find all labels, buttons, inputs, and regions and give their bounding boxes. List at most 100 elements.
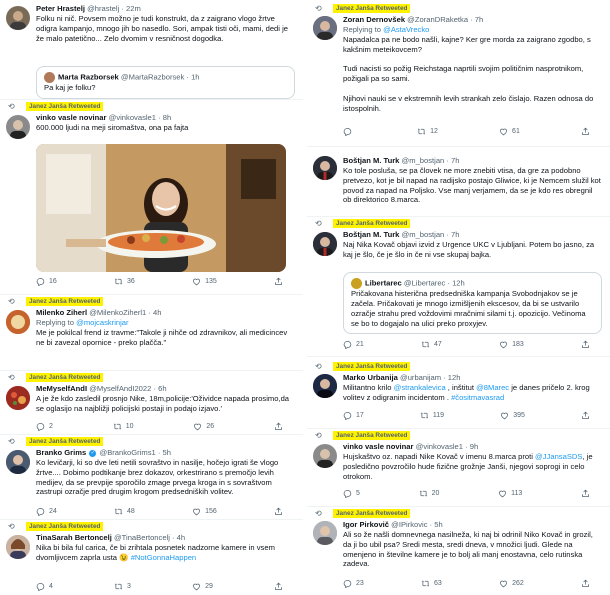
avatar[interactable] bbox=[6, 535, 30, 559]
reply-button[interactable]: 5 bbox=[343, 489, 360, 498]
tweet-grims[interactable]: ⟲ Janez Janša Retweeted Branko Grims ✓ @… bbox=[0, 436, 303, 518]
share-button[interactable] bbox=[581, 411, 590, 420]
retweet-button[interactable]: 48 bbox=[114, 507, 135, 516]
tweet-photo[interactable] bbox=[36, 144, 286, 272]
avatar[interactable] bbox=[6, 450, 30, 474]
tweet-memyselfandi[interactable]: ⟲ Janez Janša Retweeted MeMyselfAndI @My… bbox=[0, 372, 303, 432]
reply-button[interactable]: 21 bbox=[343, 340, 364, 349]
retweet-button[interactable]: 3 bbox=[114, 582, 131, 591]
author-handle[interactable]: @BrankoGrims1 · 5h bbox=[99, 448, 170, 457]
avatar[interactable] bbox=[6, 6, 30, 30]
retweet-label[interactable]: Janez Janša Retweeted bbox=[26, 437, 104, 446]
avatar[interactable] bbox=[6, 386, 30, 410]
tweet-urbanija[interactable]: ⟲ Janez Janša Retweeted Marko Urbanija @… bbox=[307, 358, 610, 426]
author-handle[interactable]: @MilenkoZiherl1 · 4h bbox=[89, 308, 161, 317]
retweet-button[interactable]: 119 bbox=[420, 411, 444, 420]
reply-button[interactable]: 4 bbox=[36, 582, 53, 591]
retweet-button[interactable]: 47 bbox=[421, 340, 442, 349]
retweet-button[interactable]: 63 bbox=[421, 579, 442, 588]
author-handle[interactable]: @TinaBertoncelj · 4h bbox=[114, 533, 185, 542]
share-button[interactable] bbox=[274, 507, 283, 516]
hashtag-link[interactable]: #čositmavasrad bbox=[451, 393, 504, 402]
avatar[interactable] bbox=[313, 16, 337, 40]
like-button[interactable]: 262 bbox=[499, 579, 524, 588]
retweet-label[interactable]: Janez Janša Retweeted bbox=[333, 4, 411, 13]
retweet-button[interactable]: 10 bbox=[113, 422, 134, 431]
share-button[interactable] bbox=[274, 277, 283, 286]
retweet-label[interactable]: Janez Janša Retweeted bbox=[333, 362, 411, 371]
reply-button[interactable]: 23 bbox=[343, 579, 364, 588]
author-handle[interactable]: @ZoranDRaketka · 7h bbox=[407, 15, 483, 24]
mention-link[interactable]: @JJansaSDS bbox=[535, 452, 582, 461]
reply-mention-link[interactable]: @mojcaskrinjar bbox=[76, 318, 128, 327]
share-button[interactable] bbox=[581, 127, 590, 136]
author-handle[interactable]: @vinkovasle1 · 9h bbox=[416, 442, 479, 451]
tweet-turk-1[interactable]: Boštjan M. Turk @m_bostjan · 7h Ko tole … bbox=[307, 148, 610, 214]
reply-mention-link[interactable]: @AstaVrecko bbox=[383, 25, 429, 34]
retweet-label[interactable]: Janez Janša Retweeted bbox=[333, 431, 411, 440]
author-name[interactable]: TinaSarah Bertoncelj bbox=[36, 533, 112, 542]
retweet-label[interactable]: Janez Janša Retweeted bbox=[333, 219, 411, 228]
reply-button[interactable]: 16 bbox=[36, 277, 57, 286]
avatar[interactable] bbox=[313, 156, 337, 180]
retweet-button[interactable]: 36 bbox=[114, 277, 135, 286]
quoted-tweet[interactable]: Libertarec @Libertarec · 12h Pričakovana… bbox=[343, 272, 602, 335]
like-button[interactable]: 61 bbox=[499, 127, 520, 136]
retweet-label[interactable]: Janez Janša Retweeted bbox=[26, 373, 104, 382]
tweet-vasle-photo[interactable]: ⟲ Janez Janša Retweeted vinko vasle novi… bbox=[0, 101, 303, 291]
retweet-button[interactable]: 20 bbox=[419, 489, 439, 498]
reply-button[interactable]: 24 bbox=[36, 507, 57, 516]
retweet-label[interactable]: Janez Janša Retweeted bbox=[26, 102, 104, 111]
like-button[interactable]: 395 bbox=[500, 411, 525, 420]
author-handle[interactable]: @vinkovasle1 · 8h bbox=[109, 113, 172, 122]
avatar[interactable] bbox=[313, 444, 337, 468]
reply-button[interactable]: 2 bbox=[36, 422, 53, 431]
hashtag-link[interactable]: #NotGonnaHappen bbox=[131, 553, 196, 562]
avatar[interactable] bbox=[313, 232, 337, 256]
author-name[interactable]: Branko Grims bbox=[36, 448, 86, 457]
avatar[interactable] bbox=[313, 374, 337, 398]
like-button[interactable]: 135 bbox=[192, 277, 217, 286]
author-name[interactable]: Milenko Ziherl bbox=[36, 308, 87, 317]
author-handle[interactable]: @m_bostjan · 7h bbox=[402, 230, 460, 239]
share-button[interactable] bbox=[274, 422, 283, 431]
author-name[interactable]: Boštjan M. Turk bbox=[343, 230, 399, 239]
like-button[interactable]: 183 bbox=[499, 340, 524, 349]
tweet-turk-2[interactable]: ⟲ Janez Janša Retweeted Boštjan M. Turk … bbox=[307, 218, 610, 354]
share-button[interactable] bbox=[581, 489, 590, 498]
retweet-label[interactable]: Janez Janša Retweeted bbox=[333, 509, 411, 518]
reply-button[interactable] bbox=[343, 127, 356, 136]
avatar[interactable] bbox=[6, 115, 30, 139]
share-button[interactable] bbox=[581, 340, 590, 349]
avatar[interactable] bbox=[6, 310, 30, 334]
author-name[interactable]: vinko vasle novinar bbox=[36, 113, 106, 122]
quoted-tweet[interactable]: Marta Razborsek @MartaRazborsek · 1h Pa … bbox=[36, 66, 295, 99]
mention-link[interactable]: @strankalevica bbox=[394, 383, 446, 392]
author-handle[interactable]: @urbanijam · 12h bbox=[400, 373, 460, 382]
tweet-dernovsek[interactable]: ⟲ Janez Janša Retweeted Zoran Dernovšek … bbox=[307, 0, 610, 146]
like-button[interactable]: 29 bbox=[192, 582, 213, 591]
author-name[interactable]: Boštjan M. Turk bbox=[343, 156, 399, 165]
retweet-label[interactable]: Janez Janša Retweeted bbox=[26, 297, 104, 306]
author-name[interactable]: MeMyselfAndI bbox=[36, 384, 87, 393]
author-name[interactable]: vinko vasle novinar bbox=[343, 442, 413, 451]
retweet-label[interactable]: Janez Janša Retweeted bbox=[26, 522, 104, 531]
like-button[interactable]: 156 bbox=[192, 507, 217, 516]
tweet-hrastelj[interactable]: Peter Hrastelj @hrastelj · 22m Folku ni … bbox=[0, 0, 303, 99]
tweet-vasle-2[interactable]: ⟲ Janez Janša Retweeted vinko vasle novi… bbox=[307, 430, 610, 504]
mention-link[interactable]: @8Marec bbox=[476, 383, 509, 392]
author-name[interactable]: Peter Hrastelj bbox=[36, 4, 85, 13]
like-button[interactable]: 113 bbox=[498, 489, 522, 498]
avatar[interactable] bbox=[313, 521, 337, 545]
share-button[interactable] bbox=[274, 582, 283, 591]
tweet-ziherl[interactable]: ⟲ Janez Janša Retweeted Milenko Ziherl @… bbox=[0, 296, 303, 368]
share-button[interactable] bbox=[581, 579, 590, 588]
like-button[interactable]: 26 bbox=[193, 422, 214, 431]
reply-button[interactable]: 17 bbox=[343, 411, 364, 420]
author-handle[interactable]: @hrastelj · 22m bbox=[87, 4, 141, 13]
author-handle[interactable]: @m_bostjan · 7h bbox=[402, 156, 460, 165]
author-handle[interactable]: @MyselfAndI2022 · 6h bbox=[89, 384, 166, 393]
retweet-button[interactable]: 12 bbox=[417, 127, 438, 136]
author-name[interactable]: Igor Pirkovič bbox=[343, 520, 389, 529]
tweet-pirkovic[interactable]: ⟲ Janez Janša Retweeted Igor Pirkovič @I… bbox=[307, 508, 610, 595]
